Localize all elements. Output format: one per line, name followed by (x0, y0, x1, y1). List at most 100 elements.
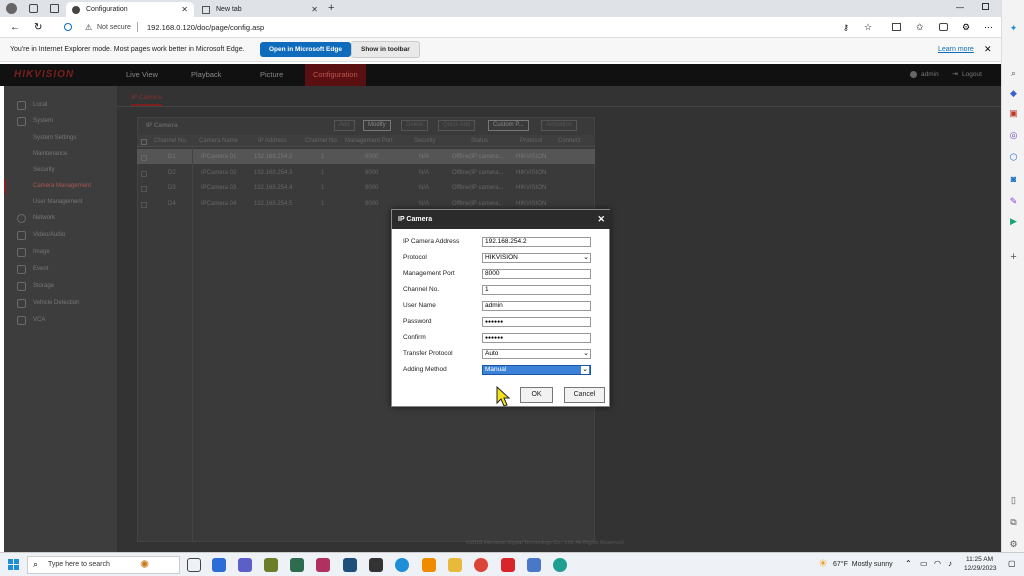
edge-active-icon[interactable] (553, 558, 567, 572)
password-input[interactable]: ●●●●●● (482, 317, 591, 327)
profile-icon[interactable] (6, 3, 17, 14)
app-icon-5[interactable] (369, 558, 383, 572)
add-button[interactable]: Add (334, 120, 355, 131)
games-icon[interactable]: ◎ (1007, 129, 1020, 142)
nav-configuration[interactable]: Configuration (305, 64, 366, 86)
settings-gear-icon[interactable]: ⚙ (1007, 538, 1020, 551)
security-label[interactable]: Not secure (97, 24, 131, 31)
ie-page-icon[interactable] (64, 23, 72, 31)
nav-playback[interactable]: Playback (191, 64, 221, 86)
sidebar-item-image[interactable]: Image (4, 245, 117, 260)
close-tab-icon[interactable]: ✕ (181, 5, 188, 14)
wifi-icon[interactable]: ◠ (934, 559, 941, 568)
notification-icon[interactable]: ▢ (1008, 559, 1016, 568)
app-icon-7[interactable] (527, 558, 541, 572)
taskbar-search-box[interactable]: ⌕ Type here to search ✺ (27, 556, 180, 574)
select-all-checkbox[interactable] (141, 139, 147, 145)
favorite-star-icon[interactable]: ☆ (864, 22, 872, 33)
sidebar-item-system[interactable]: System (4, 114, 117, 129)
file-explorer-icon[interactable] (448, 558, 462, 572)
transfer-protocol-select[interactable]: Auto ⌄ (482, 349, 591, 359)
ip-address-input[interactable]: 192.168.254.2 (482, 237, 591, 247)
row-checkbox[interactable] (141, 155, 147, 161)
workspaces-icon[interactable] (29, 4, 38, 13)
sidebar-item-local[interactable]: Local (4, 98, 117, 113)
sidebar-item-network[interactable]: Network (4, 211, 117, 226)
sidebar-item-maintenance[interactable]: Maintenance (4, 147, 117, 162)
widgets-icon[interactable] (212, 558, 226, 572)
tab-ip-camera[interactable]: IP Camera (131, 94, 162, 106)
url-text[interactable]: 192.168.0.120/doc/page/config.asp (147, 23, 264, 32)
custom-protocol-button[interactable]: Custom P... (488, 120, 529, 131)
sidebar-item-video-audio[interactable]: Video/Audio (4, 228, 117, 243)
restore-icon[interactable] (982, 3, 989, 10)
sidebar-item-camera-management[interactable]: Camera Management (4, 179, 117, 194)
sidebar-item-vca[interactable]: VCA (4, 313, 117, 328)
drop-icon[interactable]: ▶ (1007, 215, 1020, 228)
chrome-icon[interactable] (474, 558, 488, 572)
vlc-icon[interactable] (422, 558, 436, 572)
tab-actions-icon[interactable] (50, 4, 59, 13)
collections-icon[interactable] (939, 23, 948, 31)
sidebar-item-system-settings[interactable]: System Settings (4, 131, 117, 146)
outlook-icon[interactable]: ◙ (1007, 173, 1020, 186)
app-icon-6[interactable] (501, 558, 515, 572)
network-tray-icon[interactable]: ▭ (920, 559, 928, 568)
user-name-input[interactable]: admin (482, 301, 591, 311)
close-ie-bar-icon[interactable]: ✕ (984, 44, 992, 55)
nav-picture[interactable]: Picture (260, 64, 283, 86)
app-icon-1[interactable] (264, 558, 278, 572)
refresh-icon[interactable]: ↻ (34, 22, 42, 33)
add-sidebar-app-icon[interactable]: + (1007, 251, 1020, 264)
warning-icon[interactable]: ⚠ (85, 23, 92, 32)
close-tab-icon[interactable]: ✕ (311, 5, 318, 14)
adding-method-select[interactable]: Manual ⌄ (482, 365, 591, 375)
more-menu-icon[interactable]: ⋯ (984, 22, 993, 33)
tray-chevron-icon[interactable]: ⌃ (905, 559, 912, 568)
weather-text[interactable]: 67°F Mostly sunny (833, 561, 893, 568)
logout-icon[interactable]: ⇥ (952, 70, 958, 78)
extensions-icon[interactable]: ⚙ (962, 22, 970, 33)
sidebar-layout-icon[interactable]: ▯ (1007, 494, 1020, 507)
copilot-icon[interactable]: ✦ (1007, 22, 1020, 35)
key-icon[interactable]: ⚷ (843, 23, 849, 32)
task-view-icon[interactable] (187, 558, 201, 572)
teams-icon[interactable] (238, 558, 252, 572)
clock-date[interactable]: 12/29/2023 (964, 565, 997, 572)
shopping-tag-icon[interactable]: ◆ (1007, 87, 1020, 100)
sidebar-item-security[interactable]: Security (4, 163, 117, 178)
ok-button[interactable]: OK (520, 387, 553, 403)
row-checkbox[interactable] (141, 202, 147, 208)
back-icon[interactable]: ← (10, 22, 20, 33)
close-icon[interactable]: ✕ (597, 210, 605, 229)
delete-button[interactable]: Delete (401, 120, 429, 131)
show-in-toolbar-button[interactable]: Show in toolbar (351, 41, 420, 58)
cancel-button[interactable]: Cancel (564, 387, 605, 403)
search-icon[interactable]: ⌕ (1007, 67, 1020, 80)
volume-icon[interactable]: ♪ (948, 559, 952, 568)
logout-link[interactable]: Logout (962, 71, 982, 78)
new-tab-plus-icon[interactable]: + (328, 2, 334, 14)
microsoft365-icon[interactable]: ⬡ (1007, 151, 1020, 164)
designer-icon[interactable]: ✎ (1007, 195, 1020, 208)
app-icon-2[interactable] (290, 558, 304, 572)
app-icon-4[interactable] (343, 558, 357, 572)
clock-time[interactable]: 11:25 AM (966, 556, 993, 563)
modify-button[interactable]: Modify (363, 120, 391, 131)
tab-configuration[interactable]: Configuration ✕ (66, 2, 194, 17)
open-in-edge-button[interactable]: Open in Microsoft Edge (260, 42, 351, 57)
windows-start-icon[interactable] (8, 559, 19, 570)
channel-no-input[interactable]: 1 (482, 285, 591, 295)
sidebar-item-user-management[interactable]: User Management (4, 195, 117, 210)
favorites-icon[interactable]: ✩ (916, 22, 924, 33)
split-screen-icon[interactable] (892, 23, 901, 31)
app-icon-3[interactable] (316, 558, 330, 572)
row-checkbox[interactable] (141, 186, 147, 192)
sidebar-item-event[interactable]: Event (4, 262, 117, 277)
external-link-icon[interactable]: ⧉ (1007, 516, 1020, 529)
sidebar-item-vehicle-detection[interactable]: Vehicle Detection (4, 296, 117, 311)
row-checkbox[interactable] (141, 171, 147, 177)
nav-live-view[interactable]: Live View (126, 64, 158, 86)
protocol-select[interactable]: HIKVISION ⌄ (482, 253, 591, 263)
edge-icon[interactable] (395, 558, 409, 572)
